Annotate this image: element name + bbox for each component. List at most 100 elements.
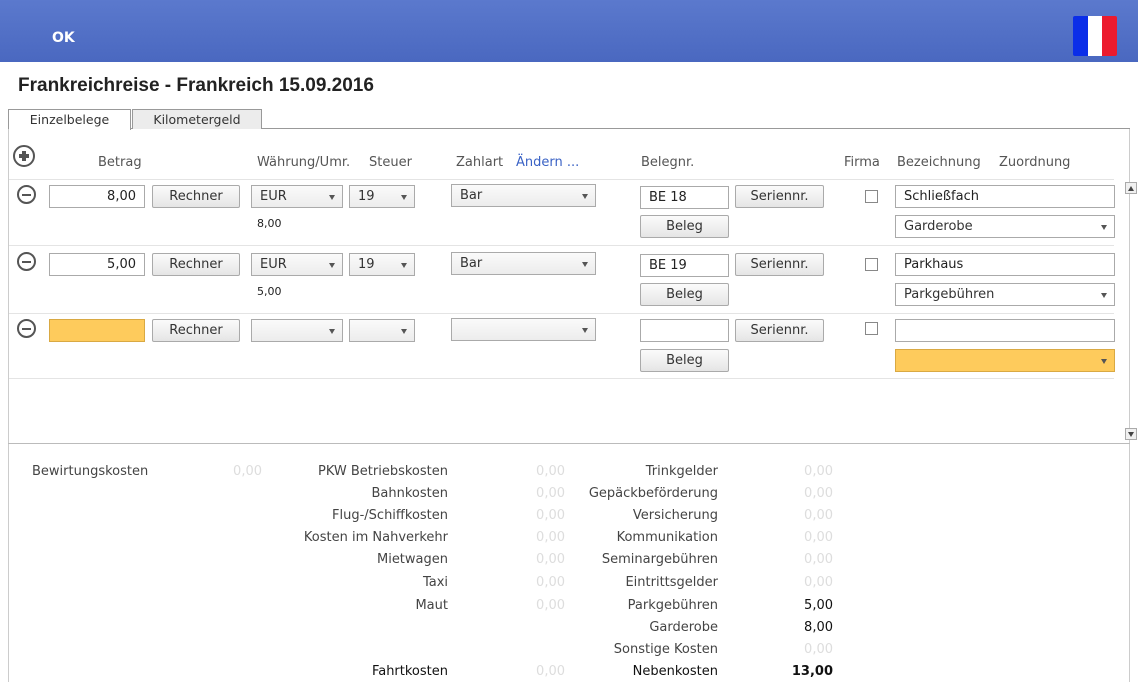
converted-amount: 8,00 [257,217,282,230]
header-bezeichnung: Bezeichnung [897,155,981,170]
summary-value: 5,00 [804,598,833,613]
summary-label: Flug-/Schiffkosten [332,508,448,523]
top-bar: OK [0,0,1138,62]
chevron-down-icon [401,329,407,334]
chevron-down-icon [582,194,588,199]
currency-select[interactable]: EUR [251,253,343,276]
ok-button[interactable]: OK [52,30,75,46]
zuordnung-select[interactable]: Garderobe [895,215,1115,238]
betrag-field[interactable] [49,319,145,342]
zahlart-select[interactable] [451,318,596,341]
betrag-field[interactable]: 8,00 [49,185,145,208]
summary-value: 0,00 [804,508,833,523]
bezeichnung-field[interactable]: Schließfach [895,185,1115,208]
tax-value: 19 [358,189,375,204]
summary-label: Bahnkosten [371,486,449,501]
tab-kilometergeld[interactable]: Kilometergeld [132,109,262,129]
tax-value: 19 [358,257,375,272]
header-belegnr: Belegnr. [641,155,695,170]
seriennr-button[interactable]: Seriennr. [735,253,824,276]
chevron-down-icon [329,263,335,268]
firma-checkbox[interactable] [865,190,878,203]
currency-select[interactable]: EUR [251,185,343,208]
summary-value: 0,00 [804,642,833,657]
summary-label: Parkgebühren [627,598,718,613]
chevron-down-icon [582,262,588,267]
header-waehrung: Währung/Umr. [257,155,351,170]
summary-value: 0,00 [536,530,565,545]
summary-value: 0,00 [804,464,833,479]
summary-value: 0,00 [536,464,565,479]
currency-value: EUR [260,189,287,204]
beleg-button[interactable]: Beleg [640,283,729,306]
header-firma: Firma [844,155,880,170]
header-steuer: Steuer [369,155,412,170]
aendern-link[interactable]: Ändern ... [516,155,579,170]
beleg-button[interactable]: Beleg [640,215,729,238]
chevron-down-icon [1101,225,1107,230]
zahlart-value: Bar [460,256,483,271]
rechner-button[interactable]: Rechner [152,185,240,208]
summary-label: Bewirtungskosten [32,464,149,479]
summary-value: 0,00 [233,464,262,479]
bezeichnung-field[interactable] [895,319,1115,342]
chevron-down-icon [1101,359,1107,364]
currency-select[interactable] [251,319,343,342]
summary-value: 0,00 [536,508,565,523]
zuordnung-select[interactable] [895,349,1115,372]
summary-value: 0,00 [536,575,565,590]
zahlart-select[interactable]: Bar [451,184,596,207]
summary-label: Kommunikation [616,530,718,545]
chevron-down-icon [582,328,588,333]
summary-value: 0,00 [804,552,833,567]
tax-select[interactable]: 19 [349,253,415,276]
remove-row-minus-icon[interactable] [17,185,36,204]
tax-select[interactable]: 19 [349,185,415,208]
chevron-down-icon [401,263,407,268]
currency-value: EUR [260,257,287,272]
scroll-up-arrow-icon[interactable] [1125,182,1137,194]
summary-value: 0,00 [536,552,565,567]
zahlart-value: Bar [460,188,483,203]
firma-checkbox[interactable] [865,258,878,271]
summary-value: 0,00 [536,598,565,613]
header-betrag: Betrag [98,155,142,170]
tab-einzelbelege[interactable]: Einzelbelege [8,109,131,130]
chevron-down-icon [329,329,335,334]
add-row-plus-icon[interactable] [13,145,35,167]
summary-label: Trinkgelder [645,464,718,479]
belegnr-field[interactable]: BE 18 [640,186,729,209]
betrag-field[interactable]: 5,00 [49,253,145,276]
summary-divider [8,443,1130,444]
chevron-down-icon [1101,293,1107,298]
summary-label: Eintrittsgelder [625,575,718,590]
summary-value: 0,00 [804,575,833,590]
scroll-down-arrow-icon[interactable] [1125,428,1137,440]
seriennr-button[interactable]: Seriennr. [735,319,824,342]
seriennr-button[interactable]: Seriennr. [735,185,824,208]
fahrtkosten-total-value: 0,00 [536,664,565,679]
rechner-button[interactable]: Rechner [152,253,240,276]
remove-row-minus-icon[interactable] [17,252,36,271]
bezeichnung-field[interactable]: Parkhaus [895,253,1115,276]
beleg-button[interactable]: Beleg [640,349,729,372]
summary-label: Kosten im Nahverkehr [303,530,448,545]
header-zahlart: Zahlart [456,155,504,170]
summary-label: Mietwagen [376,552,448,567]
firma-checkbox[interactable] [865,322,878,335]
remove-row-minus-icon[interactable] [17,319,36,338]
page-title: Frankreichreise - Frankreich 15.09.2016 [18,75,374,96]
rechner-button[interactable]: Rechner [152,319,240,342]
zuordnung-select[interactable]: Parkgebühren [895,283,1115,306]
zahlart-select[interactable]: Bar [451,252,596,275]
nebenkosten-total-label: Nebenkosten [632,664,718,679]
summary-label: Sonstige Kosten [613,642,718,657]
belegnr-field[interactable]: BE 19 [640,254,729,277]
france-flag-icon [1073,16,1117,56]
belegnr-field[interactable] [640,319,729,342]
tab-bar: Einzelbelege Kilometergeld [8,109,1130,130]
summary-value: 8,00 [804,620,833,635]
tax-select[interactable] [349,319,415,342]
zuordnung-value: Garderobe [904,219,973,234]
converted-amount: 5,00 [257,285,282,298]
